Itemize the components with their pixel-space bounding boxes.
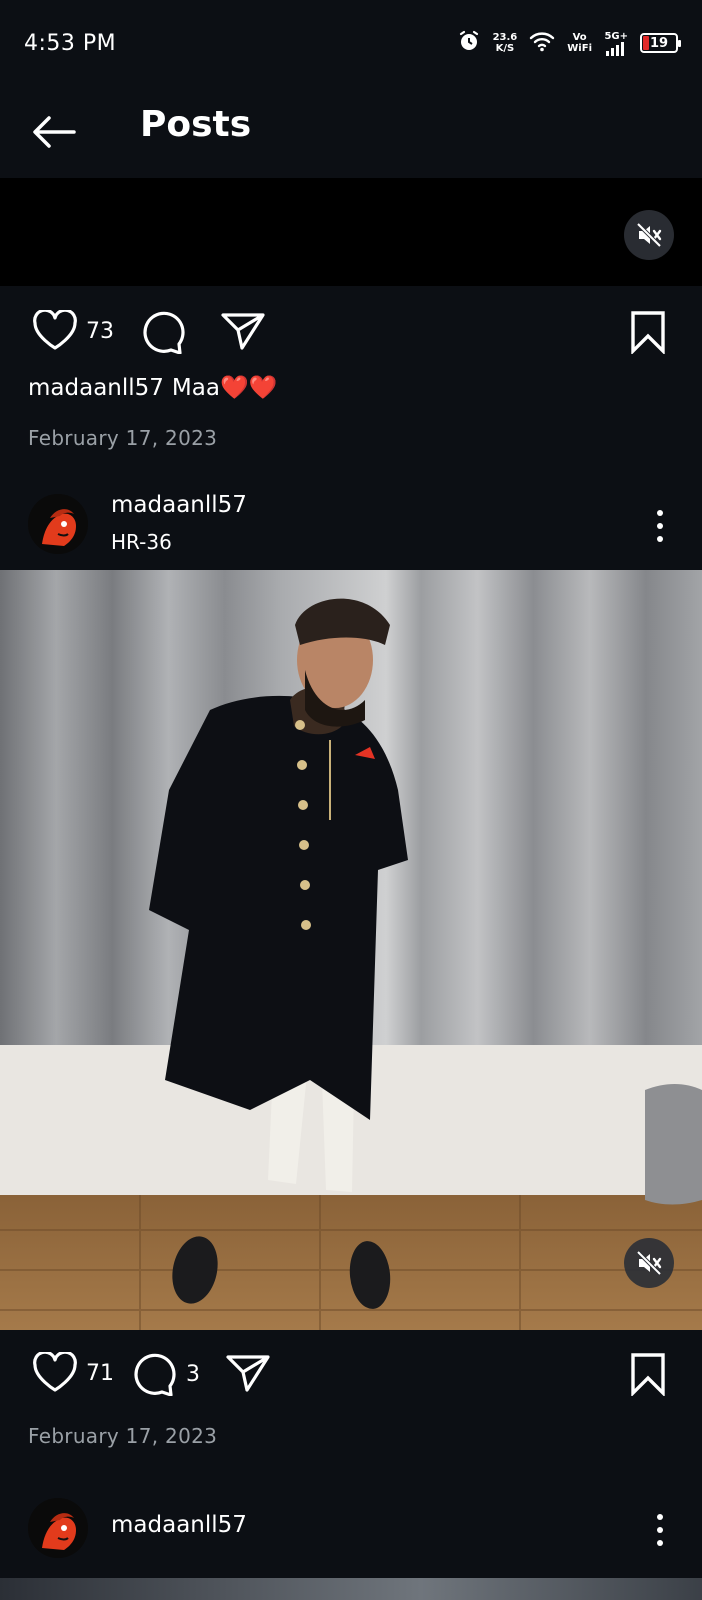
caption-username[interactable]: madaanll57	[28, 375, 164, 401]
comment-icon[interactable]	[141, 310, 187, 354]
wifi-icon	[529, 30, 555, 56]
post2-comment-count: 3	[186, 1361, 200, 1387]
post2-username[interactable]: madaanll57	[111, 492, 247, 518]
more-options-button[interactable]	[648, 506, 672, 546]
avatar[interactable]	[28, 1498, 88, 1558]
battery-level: 19	[649, 35, 669, 51]
signal-bars-icon	[606, 41, 624, 56]
post2-like-count: 71	[86, 1360, 114, 1386]
post2-save[interactable]	[628, 1352, 668, 1396]
post1-video[interactable]	[0, 178, 702, 286]
back-button[interactable]	[30, 108, 78, 156]
status-icons: 23.6 K/S Vo WiFi 5G+ 19	[457, 29, 681, 57]
net-speed: 23.6 K/S	[493, 32, 518, 54]
caption-word: Maa	[171, 375, 220, 401]
vowifi-top: Vo	[572, 32, 587, 43]
post3-header: madaanll57	[0, 1490, 702, 1570]
status-bar: 4:53 PM 23.6 K/S Vo WiFi 5G+ 19	[0, 0, 702, 86]
battery-icon: 19	[640, 33, 681, 53]
signal-indicator: 5G+	[604, 31, 628, 56]
send-icon[interactable]	[225, 1352, 271, 1394]
post2-actions: 71 3	[0, 1340, 702, 1410]
post2-share[interactable]	[225, 1352, 271, 1394]
post2-like[interactable]: 71	[32, 1352, 114, 1394]
network-type: 5G+	[604, 30, 628, 42]
post-image	[0, 570, 702, 1330]
post1-save[interactable]	[628, 310, 668, 354]
post1-caption: madaanll57 Maa❤️❤️	[28, 374, 277, 402]
bookmark-icon[interactable]	[628, 1352, 668, 1396]
caption-text: Maa❤️❤️	[172, 374, 277, 401]
more-options-button[interactable]	[648, 1510, 672, 1550]
app-bar: Posts	[0, 86, 702, 178]
vowifi-indicator: Vo WiFi	[567, 32, 592, 54]
post3-photo[interactable]	[0, 1578, 702, 1600]
post2-comment[interactable]: 3	[132, 1352, 200, 1396]
post2-photo[interactable]	[0, 570, 702, 1330]
post1-like[interactable]: 73	[32, 310, 114, 352]
caption-heart-emoji: ❤️❤️	[219, 375, 278, 401]
mute-button[interactable]	[624, 210, 674, 260]
post1-comment[interactable]	[141, 310, 187, 354]
post2-location[interactable]: HR-36	[111, 530, 172, 554]
heart-icon[interactable]	[32, 1352, 78, 1394]
arrow-left-icon	[33, 116, 76, 148]
status-time: 4:53 PM	[24, 30, 117, 56]
alarm-icon	[457, 29, 481, 57]
speaker-muted-icon	[636, 222, 662, 248]
send-icon[interactable]	[220, 310, 266, 352]
avatar-image	[28, 1498, 88, 1558]
net-speed-value: 23.6	[492, 32, 518, 43]
post2-date: February 17, 2023	[28, 1424, 218, 1448]
net-speed-unit: K/S	[495, 43, 515, 54]
post1-share[interactable]	[220, 310, 266, 352]
bookmark-icon[interactable]	[628, 310, 668, 354]
avatar[interactable]	[28, 494, 88, 554]
page-title: Posts	[140, 104, 252, 145]
speaker-muted-icon	[636, 1250, 662, 1276]
post1-date: February 17, 2023	[28, 426, 218, 450]
avatar-image	[28, 494, 88, 554]
post2-header: madaanll57 HR-36	[0, 486, 702, 566]
post1-like-count: 73	[86, 318, 114, 344]
heart-icon[interactable]	[32, 310, 78, 352]
mute-button[interactable]	[624, 1238, 674, 1288]
comment-icon[interactable]	[132, 1352, 178, 1396]
vowifi-bottom: WiFi	[567, 43, 592, 54]
post3-username[interactable]: madaanll57	[111, 1512, 247, 1538]
post1-actions: 73	[0, 298, 702, 368]
